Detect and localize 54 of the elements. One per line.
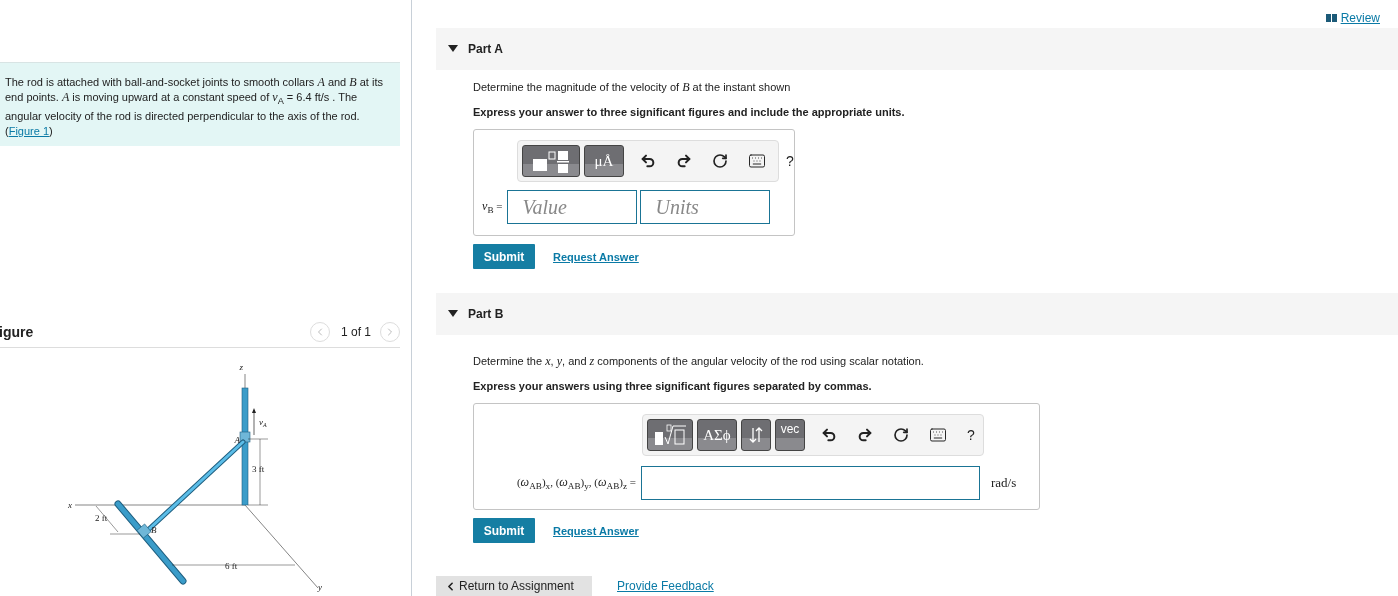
units-field[interactable]: Units	[640, 190, 771, 224]
dimension-label: 3 ft	[252, 464, 265, 474]
figure-title: igure	[0, 323, 35, 340]
question-text: Determine the magnitude of the velocity of B at the instant shown	[473, 80, 792, 95]
help-button[interactable]: ?	[959, 427, 983, 443]
request-answer-link[interactable]: Request Answer	[553, 524, 639, 537]
field-label: (ω$_{AB}$)$_{x}$, (ω$_{AB}$)$_{y}$, (ω$_{AB}$)$_{z}$ =	[516, 474, 636, 492]
question-text: Determine the x, y, and z components of the angular velocity of the rod using scalar notation.	[473, 354, 925, 369]
figure-pager: 1 of 1	[340, 324, 371, 339]
undo-icon	[821, 427, 837, 443]
dimension-label: 2 ft	[95, 513, 108, 523]
submit-button[interactable]: Submit	[473, 244, 535, 269]
feedback-link[interactable]: Provide Feedback	[617, 579, 714, 593]
figure-label: A	[234, 435, 240, 445]
field-label: v$_{B}$ =	[482, 198, 503, 216]
templates-button[interactable]	[522, 145, 580, 177]
instruction-text: Express your answers using three significant figures separated by commas.	[473, 380, 873, 392]
redo-icon	[676, 153, 692, 169]
request-answer-link[interactable]: Request Answer	[553, 250, 639, 263]
keyboard-icon	[929, 426, 947, 444]
part-header[interactable]: Part B	[436, 293, 1398, 335]
caret-icon	[448, 310, 458, 318]
problem-text: The rod is attached with ball-and-socket joints to smooth collars A and B at its end points. A is moving upward at a constant speed of v$_{A}$ = 6.4 ft/s . The angular velocity of the rod is directed perpendicular to the axis of the rod. (Figure 1)	[5, 75, 384, 140]
redo-icon	[857, 427, 873, 443]
part-title: Part A	[468, 42, 503, 56]
part-header[interactable]: Part A	[436, 28, 1398, 70]
review-link[interactable]: Review	[1325, 11, 1380, 25]
answer-field[interactable]	[641, 466, 980, 500]
radical-template-button[interactable]	[647, 419, 693, 451]
value-field[interactable]: Value	[507, 190, 638, 224]
book-icon	[1325, 14, 1337, 22]
symbols-button[interactable]: ΑΣϕ	[697, 419, 737, 451]
instruction-text: Express your answer to three significant figures and include the appropriate units.	[473, 106, 906, 118]
radical-icon	[652, 423, 688, 447]
reset-icon	[712, 153, 728, 169]
axis-label: x	[68, 500, 72, 510]
axis-label: y	[318, 582, 322, 592]
submit-button[interactable]: Submit	[473, 518, 535, 543]
return-button[interactable]: Return to Assignment	[436, 576, 592, 596]
figure-label: v$_{A}$	[259, 417, 267, 428]
figure-label: B	[151, 525, 157, 535]
help-button[interactable]: ?	[778, 153, 802, 169]
axis-label: z	[239, 362, 243, 372]
arrows-button[interactable]	[741, 419, 771, 451]
undo-icon	[640, 153, 656, 169]
symbols-button[interactable]: μÅ	[584, 145, 624, 177]
caret-icon	[448, 45, 458, 53]
part-title: Part B	[468, 307, 504, 321]
keyboard-icon	[748, 152, 766, 170]
up-down-arrows-icon	[748, 426, 764, 444]
reset-icon	[893, 427, 909, 443]
vector-button[interactable]: vec	[775, 419, 805, 451]
dimension-label: 6 ft	[225, 561, 238, 571]
unit-label: rad/s	[991, 475, 1018, 491]
